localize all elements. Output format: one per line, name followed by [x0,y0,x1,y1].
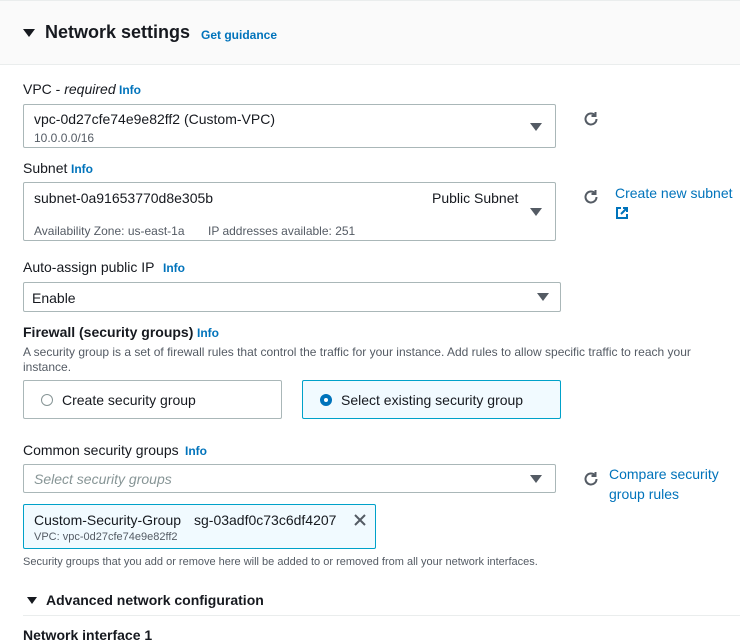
security-group-token: Custom-Security-Group sg-03adf0c73c6df42… [23,504,376,549]
close-icon[interactable] [353,513,367,527]
firewall-info-link[interactable]: Info [197,326,219,340]
create-security-group-label: Create security group [62,392,196,408]
vpc-cidr: 10.0.0.0/16 [34,131,95,145]
common-sg-label: Common security groups [23,442,179,458]
subnet-select-value: subnet-0a91653770d8e305b [34,190,214,206]
token-group-name: Custom-Security-Group [34,512,182,528]
vpc-info-link[interactable]: Info [119,83,141,97]
caret-down-icon [537,293,549,301]
create-subnet-link[interactable]: Create new subnet [615,183,733,203]
refresh-icon[interactable] [582,188,600,206]
radio-select-existing[interactable] [320,394,332,406]
token-group-id: sg-03adf0c73c6df4207 [194,512,337,528]
subnet-select[interactable]: subnet-0a91653770d8e305b Public Subnet A… [23,182,556,241]
subnet-az: Availability Zone: us-east-1a [34,224,185,238]
subnet-ips: IP addresses available: 251 [208,224,356,238]
caret-down-icon [530,475,542,483]
advanced-divider [23,615,740,616]
section-title: Network settings [45,22,191,42]
collapse-caret-icon[interactable] [23,29,35,37]
common-sg-note: Security groups that you add or remove h… [23,556,538,568]
public-ip-select[interactable]: Enable [23,282,561,312]
subnet-scroll-mask [24,212,555,225]
vpc-select-value: vpc-0d27cfe74e9e82ff2 (Custom-VPC) [34,111,275,127]
radio-create[interactable] [41,394,53,406]
firewall-label: Firewall (security groups) [23,324,194,340]
subnet-label: Subnet [23,160,68,176]
advanced-network-title[interactable]: Advanced network configuration [46,592,264,608]
refresh-icon[interactable] [582,470,600,488]
public-ip-value: Enable [32,290,76,306]
advanced-caret-icon[interactable] [27,597,37,604]
caret-down-icon [530,123,542,131]
public-ip-info-link[interactable]: Info [163,261,185,275]
public-ip-label: Auto-assign public IP [23,259,155,275]
create-security-group-option[interactable]: Create security group [23,380,282,419]
firewall-description: A security group is a set of firewall ru… [23,345,691,374]
network-interface-heading: Network interface 1 [23,627,153,643]
common-sg-info-link[interactable]: Info [185,444,207,458]
common-sg-placeholder: Select security groups [34,471,172,487]
compare-rules-link[interactable]: Compare security group rules [609,464,719,504]
external-link-icon[interactable] [615,206,629,220]
select-existing-security-group-label: Select existing security group [341,392,524,408]
get-guidance-link[interactable]: Get guidance [201,28,277,42]
vpc-select[interactable]: vpc-0d27cfe74e9e82ff2 (Custom-VPC) 10.0.… [23,104,556,148]
caret-down-icon [530,208,542,216]
select-existing-security-group-option[interactable]: Select existing security group [302,380,561,419]
token-vpc: VPC: vpc-0d27cfe74e9e82ff2 [34,531,178,543]
common-sg-select[interactable]: Select security groups [23,464,556,493]
header-divider [0,64,740,65]
vpc-label: VPC - required [23,81,116,97]
subnet-tag: Public Subnet [432,190,519,206]
refresh-icon[interactable] [582,110,600,128]
subnet-info-link[interactable]: Info [71,162,93,176]
